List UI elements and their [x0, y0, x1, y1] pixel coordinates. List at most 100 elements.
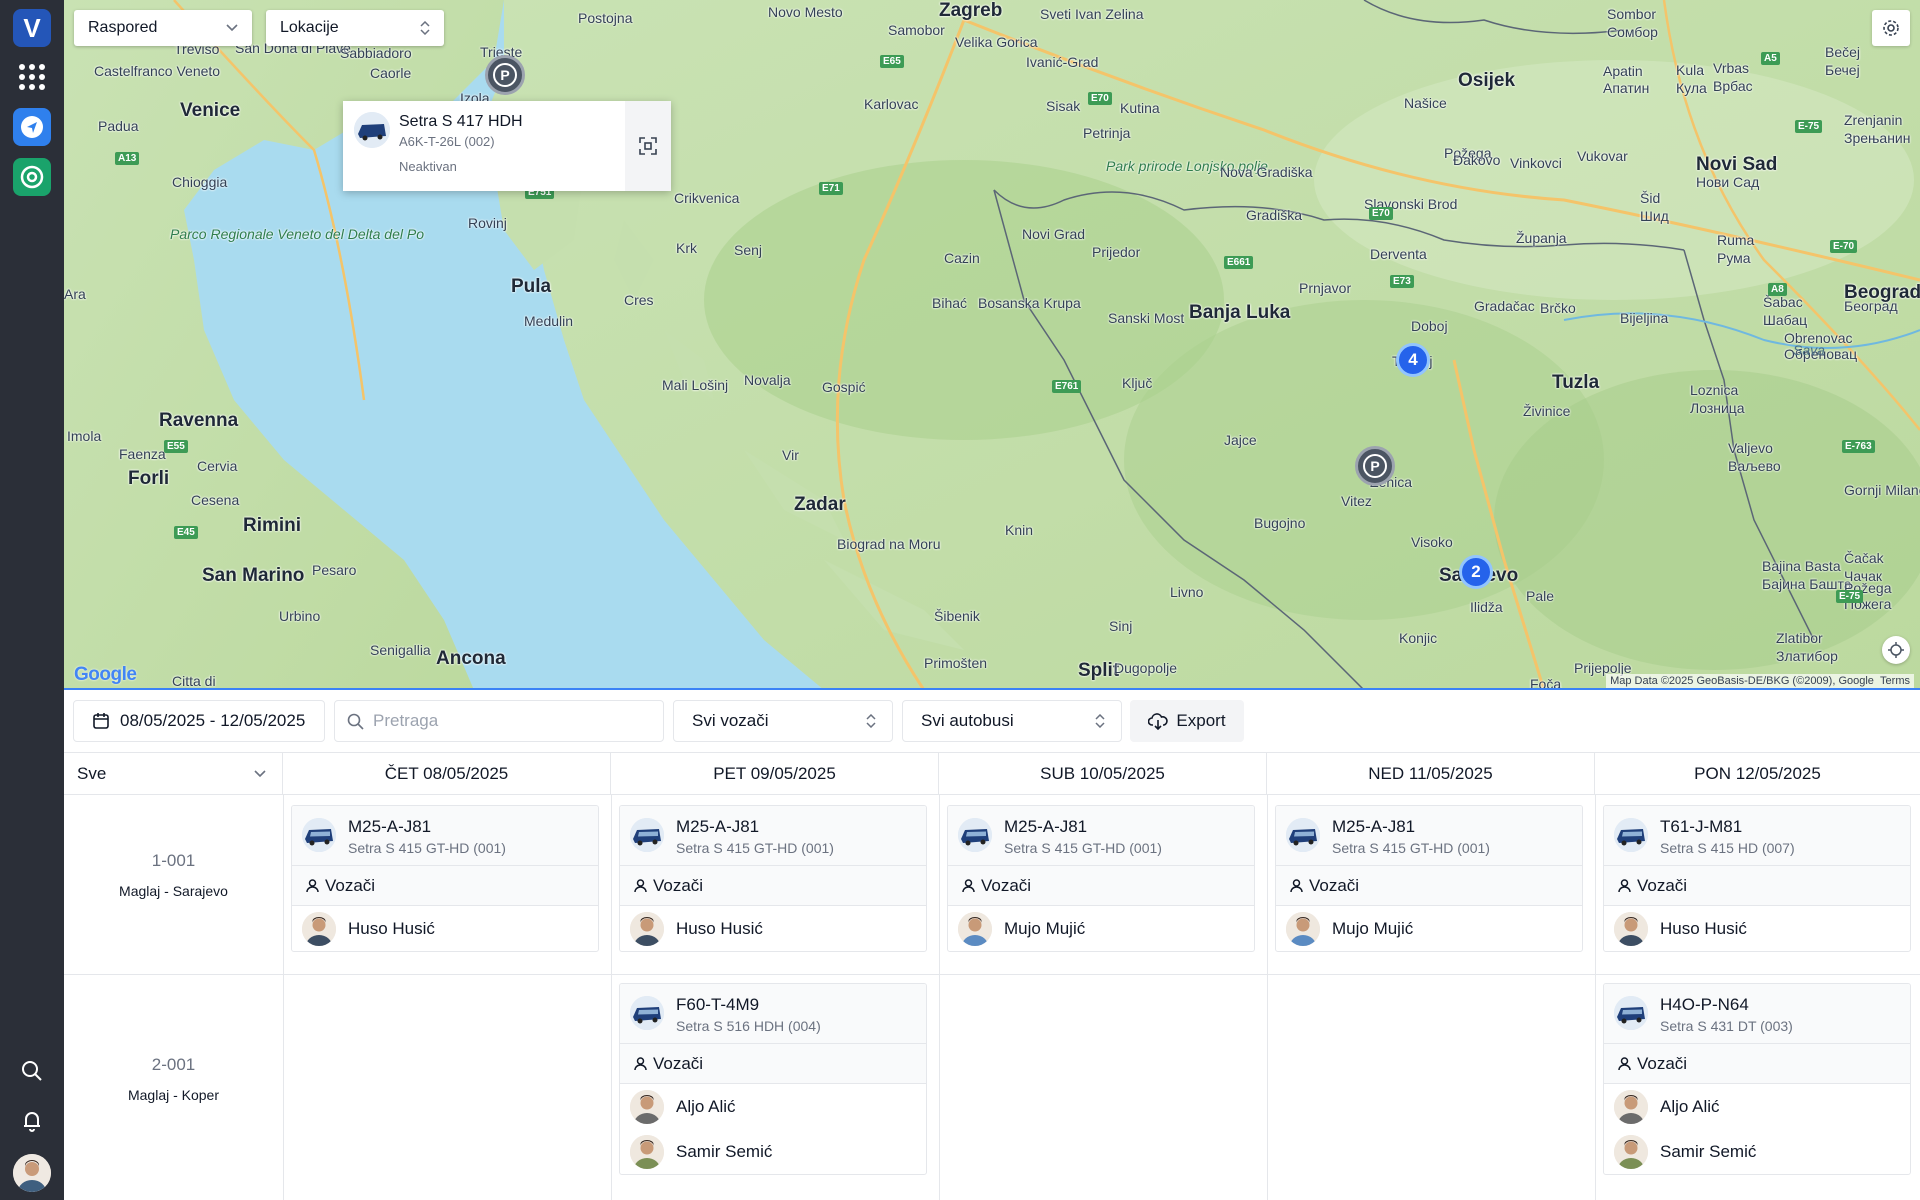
drivers-header: Vozači — [620, 1044, 926, 1084]
map-place-label: Nova Gradiška — [1220, 164, 1313, 180]
assignment-card[interactable]: M25-A-J81 Setra S 415 GT-HD (001) Vozači Mu… — [1275, 805, 1583, 952]
bus-plate: T61-J-M81 — [1660, 817, 1743, 836]
map-place-label: Parco Regionale Veneto del Delta del Po — [170, 226, 424, 242]
map-place-label: Ravenna — [159, 410, 239, 431]
assignment-card[interactable]: M25-A-J81 Setra S 415 GT-HD (001) Vozači Hu… — [619, 805, 927, 952]
day-header: SUB 10/05/2025 — [939, 753, 1267, 795]
map-settings-button[interactable] — [1872, 10, 1910, 46]
layer-select[interactable]: Raspored — [74, 10, 252, 46]
drivers-header-label: Vozači — [1309, 875, 1360, 895]
drivers-header: Vozači — [292, 866, 598, 906]
cluster-marker[interactable]: 2 — [1459, 555, 1493, 589]
map-view[interactable]: Venice Trieste Padua Treviso Castelfranco Ve… — [64, 0, 1920, 690]
map-place-label: Zagreb — [939, 0, 1003, 21]
driver-row[interactable]: Mujo Mujić — [948, 906, 1254, 951]
map-place-label: Zadar — [794, 494, 846, 515]
map-place-label: Vitez — [1341, 493, 1372, 509]
map-place-label: Sanski Most — [1108, 310, 1185, 326]
user-icon — [962, 878, 975, 892]
drivers-header-label: Vozači — [653, 875, 704, 895]
route-label[interactable]: 2-001 Maglaj - Koper — [64, 1055, 283, 1103]
route-label[interactable]: 1-001 Maglaj - Sarajevo — [64, 851, 283, 899]
map-place-label: Ruma — [1717, 232, 1755, 248]
column-divider — [939, 795, 940, 1200]
driver-row[interactable]: Huso Husić — [292, 906, 598, 951]
parking-marker[interactable]: P — [1355, 446, 1395, 486]
parking-marker[interactable]: P — [485, 55, 525, 95]
map-place-label: Split — [1078, 660, 1120, 681]
map-place-label: Visoko — [1411, 534, 1453, 550]
assignment-card[interactable]: H4O-P-N64 Setra S 431 DT (003) Vozači Aljo … — [1603, 983, 1911, 1175]
tracking-icon[interactable] — [13, 158, 51, 196]
map-place-label: Županja — [1516, 230, 1567, 246]
bus-row[interactable]: H4O-P-N64 Setra S 431 DT (003) — [1604, 984, 1910, 1044]
bus-row[interactable]: M25-A-J81 Setra S 415 GT-HD (001) — [1276, 806, 1582, 866]
search-input[interactable] — [373, 711, 643, 731]
cluster-marker[interactable]: 4 — [1396, 343, 1430, 377]
driver-row[interactable]: Huso Husić — [1604, 906, 1910, 951]
driver-row[interactable]: Samir Semić — [1604, 1129, 1910, 1174]
app-logo[interactable]: V — [13, 9, 51, 47]
bus-row[interactable]: T61-J-M81 Setra S 415 HD (007) — [1604, 806, 1910, 866]
map-terms-link[interactable]: Terms — [1880, 675, 1910, 687]
chevron-updown-icon — [866, 714, 876, 728]
map-place-label: Imola — [67, 428, 102, 444]
map-place-label: Postojna — [578, 10, 633, 26]
driver-avatar — [1614, 1089, 1648, 1124]
parking-symbol: P — [493, 63, 517, 87]
map-place-label: Cres — [624, 292, 654, 308]
bus-row[interactable]: M25-A-J81 Setra S 415 GT-HD (001) — [292, 806, 598, 866]
map-place-label: Рума — [1717, 250, 1751, 266]
day-header: PON 12/05/2025 — [1694, 764, 1821, 783]
assignment-card[interactable]: T61-J-M81 Setra S 415 HD (007) Vozači Huso … — [1603, 805, 1911, 952]
map-place-label: Ilidža — [1470, 599, 1503, 615]
driver-row[interactable]: Aljo Alić — [1604, 1084, 1910, 1129]
bus-row[interactable]: F60-T-4M9 Setra S 516 HDH (004) — [620, 984, 926, 1044]
map-place-label: Mali Lošinj — [662, 377, 729, 393]
schedule-toolbar: 08/05/2025 - 12/05/2025 Svi vozači Svi a… — [64, 692, 1920, 752]
driver-row[interactable]: Aljo Alić — [620, 1084, 926, 1129]
route-filter-select[interactable]: Sve — [64, 753, 283, 795]
assignment-card[interactable]: M25-A-J81 Setra S 415 GT-HD (001) Vozači Mu… — [947, 805, 1255, 952]
buses-select[interactable]: Svi autobusi — [902, 700, 1122, 742]
search-icon[interactable] — [13, 1052, 51, 1090]
driver-row[interactable]: Samir Semić — [620, 1129, 926, 1174]
map-place-label: Врбас — [1713, 78, 1753, 94]
bus-row[interactable]: M25-A-J81 Setra S 415 GT-HD (001) — [620, 806, 926, 866]
date-range-picker[interactable]: 08/05/2025 - 12/05/2025 — [73, 700, 325, 742]
sidebar: V — [0, 0, 64, 1200]
assignment-card[interactable]: M25-A-J81 Setra S 415 GT-HD (001) Vozači Hu… — [291, 805, 599, 952]
map-place-label: Cervia — [197, 458, 238, 474]
navigation-icon[interactable] — [13, 108, 51, 146]
export-button[interactable]: Export — [1130, 700, 1244, 742]
bus-row[interactable]: M25-A-J81 Setra S 415 GT-HD (001) — [948, 806, 1254, 866]
bell-icon[interactable] — [13, 1102, 51, 1140]
driver-row[interactable]: Huso Husić — [620, 906, 926, 951]
map-place-label: Đakovo — [1453, 152, 1501, 168]
route-name: Maglaj - Koper — [127, 1087, 220, 1103]
map-place-label: Livno — [1170, 584, 1204, 600]
user-avatar[interactable] — [13, 1154, 51, 1192]
road-shield: E65 — [880, 55, 904, 68]
assignment-card[interactable]: F60-T-4M9 Setra S 516 HDH (004) Vozači Aljo… — [619, 983, 927, 1175]
search-box[interactable] — [334, 700, 664, 742]
map-attribution: Map Data ©2025 GeoBasis-DE/BKG (©2009), … — [1606, 674, 1914, 688]
focus-vehicle-button[interactable] — [625, 101, 671, 191]
apps-grid-icon[interactable] — [13, 58, 51, 96]
map-place-label: Knin — [1005, 522, 1034, 538]
driver-row[interactable]: Mujo Mujić — [1276, 906, 1582, 951]
driver-avatar — [630, 911, 664, 946]
map-place-label: Cesena — [191, 492, 240, 508]
road-shield: E55 — [164, 440, 188, 453]
map-place-label: Velika Gorica — [955, 34, 1038, 50]
map-place-label: Valjevo — [1728, 440, 1773, 456]
drivers-header-label: Vozači — [1637, 1053, 1688, 1073]
map-locate-button[interactable] — [1882, 636, 1910, 664]
map-place-label: Gradačac — [1474, 298, 1535, 314]
map-place-label: Bugojno — [1254, 515, 1306, 531]
chevron-down-icon — [226, 24, 238, 32]
vehicle-popup[interactable]: Setra S 417 HDH A6K-T-26L (002) Neaktiva… — [343, 101, 671, 191]
map-place-label: Бечеј — [1825, 62, 1860, 78]
locations-select[interactable]: Lokacije — [266, 10, 444, 46]
drivers-select[interactable]: Svi vozači — [673, 700, 893, 742]
